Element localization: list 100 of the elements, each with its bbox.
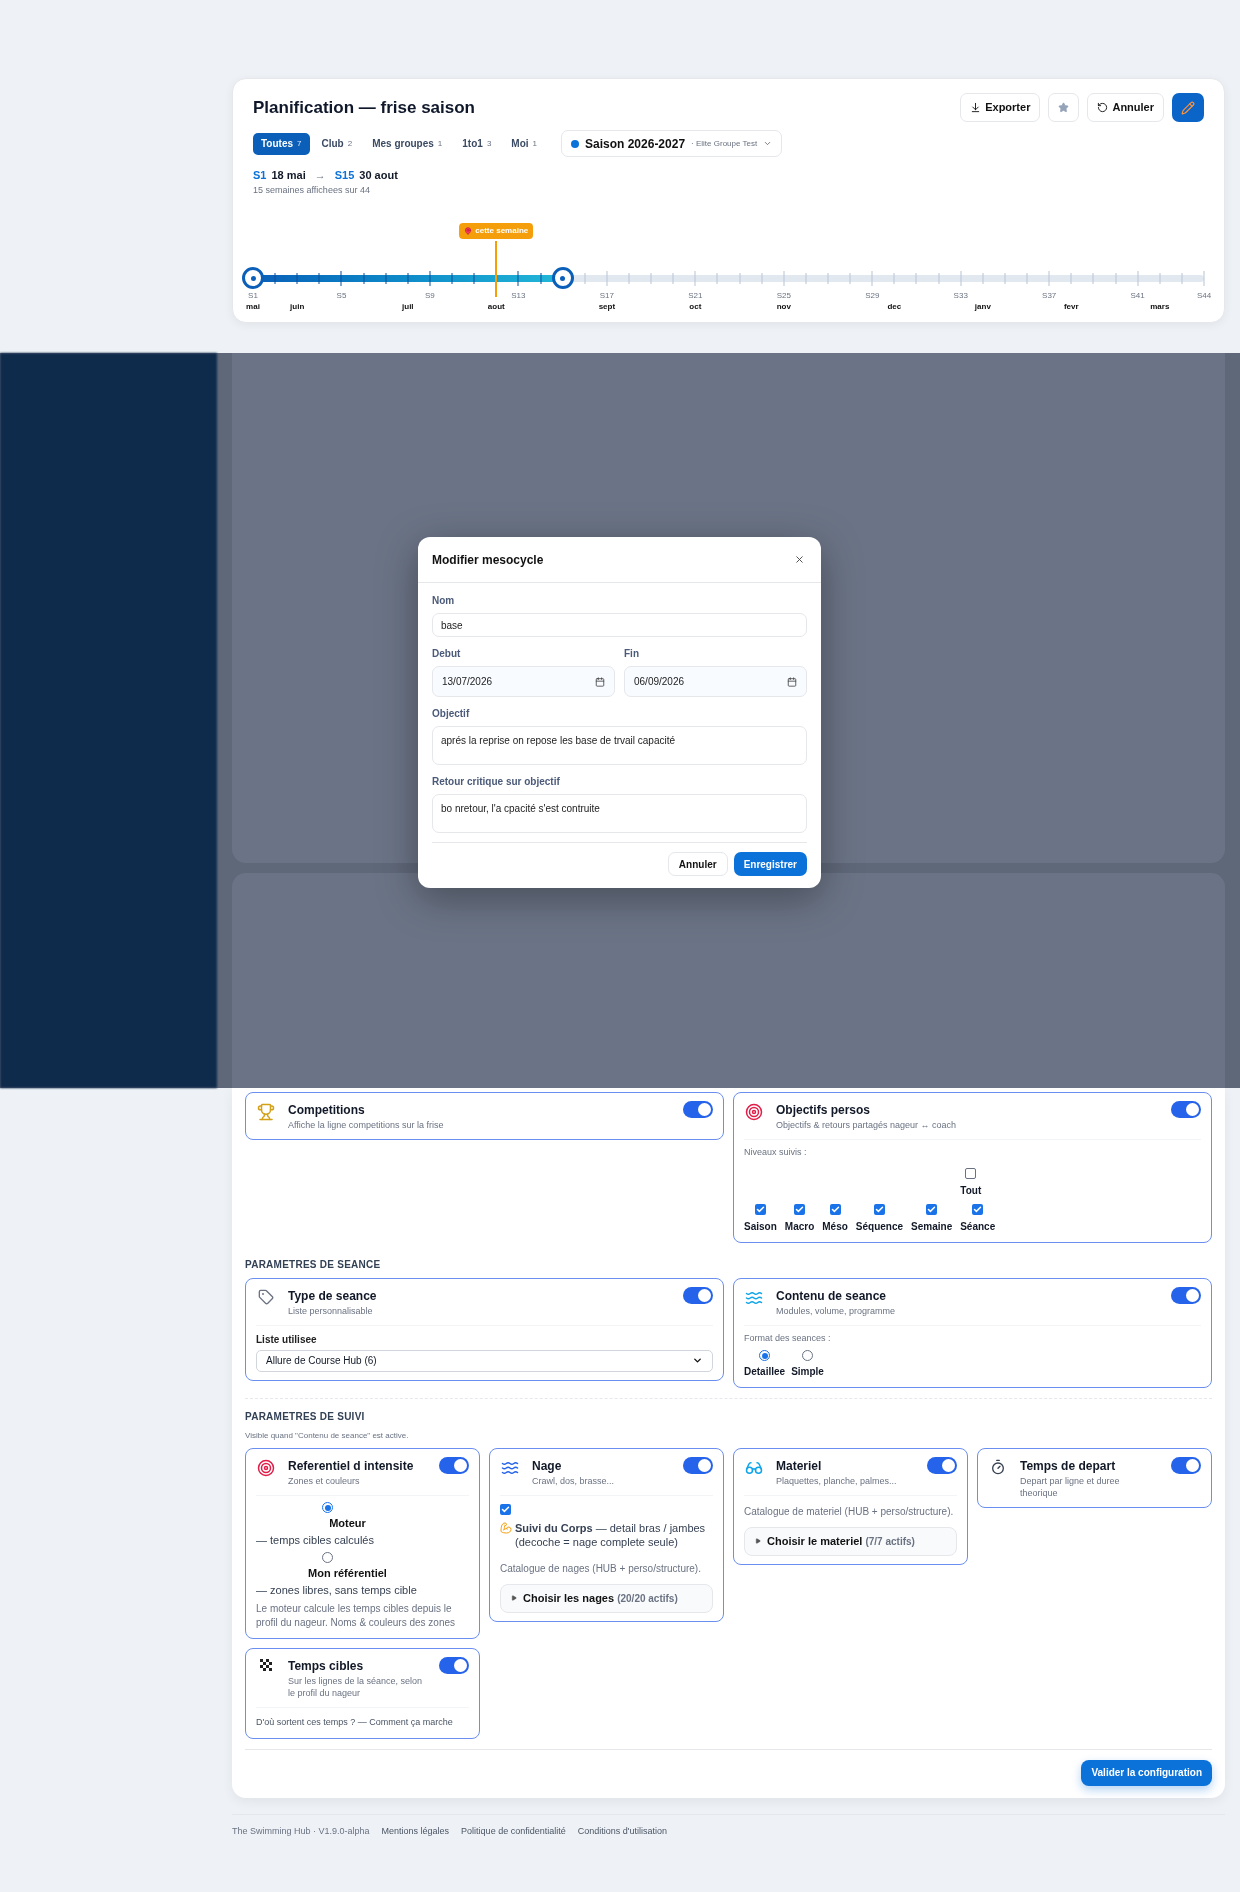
disclosure-button[interactable]: Choisir le materiel (7/7 actifs) xyxy=(744,1527,957,1556)
filter-tab[interactable]: Moi 1 xyxy=(503,132,545,155)
checkbox-label: Macro xyxy=(784,1219,815,1234)
option-detail: — temps cibles calculés xyxy=(256,1532,375,1548)
filter-tab[interactable]: Mes groupes 1 xyxy=(364,132,451,155)
textarea-field[interactable]: bo nretour, l'a cpacité s'est contruite xyxy=(432,794,807,833)
undo-button[interactable]: Annuler xyxy=(1087,93,1164,122)
checkbox[interactable] xyxy=(873,1203,885,1215)
card-subtitle: Liste personnalisable xyxy=(288,1304,374,1317)
option-detail: — zones libres, sans temps cible xyxy=(256,1582,418,1598)
toggle-switch[interactable] xyxy=(1171,1457,1201,1474)
field-label: Nom xyxy=(432,594,456,608)
week-label: S21 xyxy=(688,290,703,302)
range-summary: 15 semaines affichees sur 44 xyxy=(253,183,371,197)
cancel-button[interactable]: Annuler xyxy=(667,852,728,876)
target-icon xyxy=(257,1459,275,1477)
calendar-icon xyxy=(595,676,605,687)
footer-link[interactable]: Conditions d'utilisation xyxy=(577,1824,667,1838)
checkbox[interactable] xyxy=(965,1167,977,1179)
month-label: mai xyxy=(246,301,260,313)
pin-icon xyxy=(464,227,473,235)
checkbox[interactable] xyxy=(754,1203,766,1215)
radio-button[interactable] xyxy=(802,1350,814,1361)
month-label: mars xyxy=(1150,301,1170,313)
checkbox[interactable] xyxy=(926,1203,938,1215)
date-input[interactable]: 06/09/2026 xyxy=(624,666,807,697)
season-dropdown[interactable]: Saison 2026-2027 · Elite Groupe Test xyxy=(561,130,783,157)
card-title: Objectifs persos xyxy=(776,1102,872,1119)
checkered-flag-icon xyxy=(259,1659,273,1671)
option-description: Suivi du Corps — detail bras / jambes (decoche = nage complete seule) xyxy=(515,1521,707,1549)
footer-link[interactable]: Mentions légales xyxy=(381,1824,450,1838)
week-label: S9 xyxy=(425,290,435,302)
card-subtitle: Plaquettes, planche, palmes... xyxy=(776,1475,898,1487)
toggle-switch[interactable] xyxy=(439,1457,469,1474)
footer-text: The Swimming Hub · V1.9.0-alpha xyxy=(232,1824,370,1838)
checkbox[interactable] xyxy=(500,1504,511,1515)
date-range: S1 18 mai → S15 30 aout xyxy=(253,168,399,183)
checkbox-label: Séquence xyxy=(855,1219,904,1234)
toggle-switch[interactable] xyxy=(683,1457,713,1474)
flexed-arm-icon xyxy=(500,1522,512,1534)
stopwatch-icon xyxy=(990,1459,1006,1475)
card-subtitle: Affiche la ligne competitions sur la frise xyxy=(288,1119,445,1131)
range-handle[interactable] xyxy=(551,267,574,289)
month-label: juil xyxy=(402,301,414,313)
checkbox[interactable] xyxy=(972,1203,984,1215)
option-label: Mon référentiel xyxy=(307,1566,388,1581)
radio-label: Simple xyxy=(791,1365,824,1379)
footer-link[interactable]: Politique de confidentialité xyxy=(461,1824,566,1838)
checkbox-label: Méso xyxy=(822,1219,848,1234)
toggle-switch[interactable] xyxy=(1171,1286,1201,1304)
checkbox[interactable] xyxy=(829,1203,841,1215)
name-input[interactable]: base xyxy=(432,613,807,637)
toggle-switch[interactable] xyxy=(683,1286,713,1304)
week-label: S41 xyxy=(1130,290,1145,302)
checkbox[interactable] xyxy=(794,1203,805,1215)
card-title: Competitions xyxy=(288,1102,366,1119)
modal-title: Modifier mesocycle xyxy=(432,551,544,569)
triangle-icon xyxy=(755,1538,761,1545)
toggle-switch[interactable] xyxy=(683,1101,713,1118)
field-label: Format des seances : xyxy=(744,1331,832,1345)
favorite-button[interactable] xyxy=(1048,93,1080,122)
month-label: oct xyxy=(689,301,702,313)
range-handle[interactable] xyxy=(242,267,264,289)
disclosure-button[interactable]: Choisir les nages (20/20 actifs) xyxy=(500,1584,713,1613)
validate-button[interactable]: Valider la configuration xyxy=(1081,1759,1212,1786)
levels-label: Niveaux suivis : xyxy=(744,1146,808,1159)
filter-tab[interactable]: Club 2 xyxy=(313,132,361,155)
filter-tab[interactable]: 1to1 3 xyxy=(454,132,500,155)
toggle-switch[interactable] xyxy=(927,1457,957,1474)
date-input[interactable]: 13/07/2026 xyxy=(432,666,615,697)
checkbox-label: Séance xyxy=(960,1219,996,1234)
edit-button[interactable] xyxy=(1172,93,1204,122)
filter-tab[interactable]: Toutes 7 xyxy=(253,132,310,155)
checkbox-label: Semaine xyxy=(911,1219,953,1234)
card-title: Temps cibles xyxy=(288,1658,365,1675)
export-button[interactable]: Exporter xyxy=(960,93,1041,122)
select-field[interactable]: Allure de Course Hub (6) xyxy=(256,1349,713,1372)
card-note: Catalogue de materiel (HUB + perso/structure). xyxy=(744,1505,955,1519)
undo-icon xyxy=(1097,102,1109,113)
card-title: Contenu de seance xyxy=(776,1287,888,1305)
month-label: dec xyxy=(887,301,902,313)
week-label: S13 xyxy=(511,290,526,302)
save-button[interactable]: Enregistrer xyxy=(733,852,807,876)
month-label: nov xyxy=(776,301,791,313)
week-label: S5 xyxy=(336,290,347,302)
card-title: Temps de depart xyxy=(1020,1458,1117,1475)
week-label: S25 xyxy=(776,290,791,302)
card-subtitle: Objectifs & retours partagés nageur ↔ coach xyxy=(776,1119,958,1131)
field-label: Fin xyxy=(624,647,640,661)
section-heading: PARAMETRES DE SEANCE xyxy=(245,1257,382,1272)
toggle-switch[interactable] xyxy=(439,1657,469,1674)
textarea-field[interactable]: aprés la reprise on repose les base de trvail capacité xyxy=(432,726,807,765)
radio-button[interactable] xyxy=(322,1552,333,1563)
toggle-switch[interactable] xyxy=(1171,1101,1201,1118)
checkbox-label: Saison xyxy=(744,1219,777,1234)
triangle-icon xyxy=(511,1595,517,1602)
caret-icon xyxy=(763,139,773,148)
star-icon xyxy=(1058,102,1070,113)
week-label: S33 xyxy=(953,290,968,302)
option-label: Moteur xyxy=(328,1516,367,1531)
